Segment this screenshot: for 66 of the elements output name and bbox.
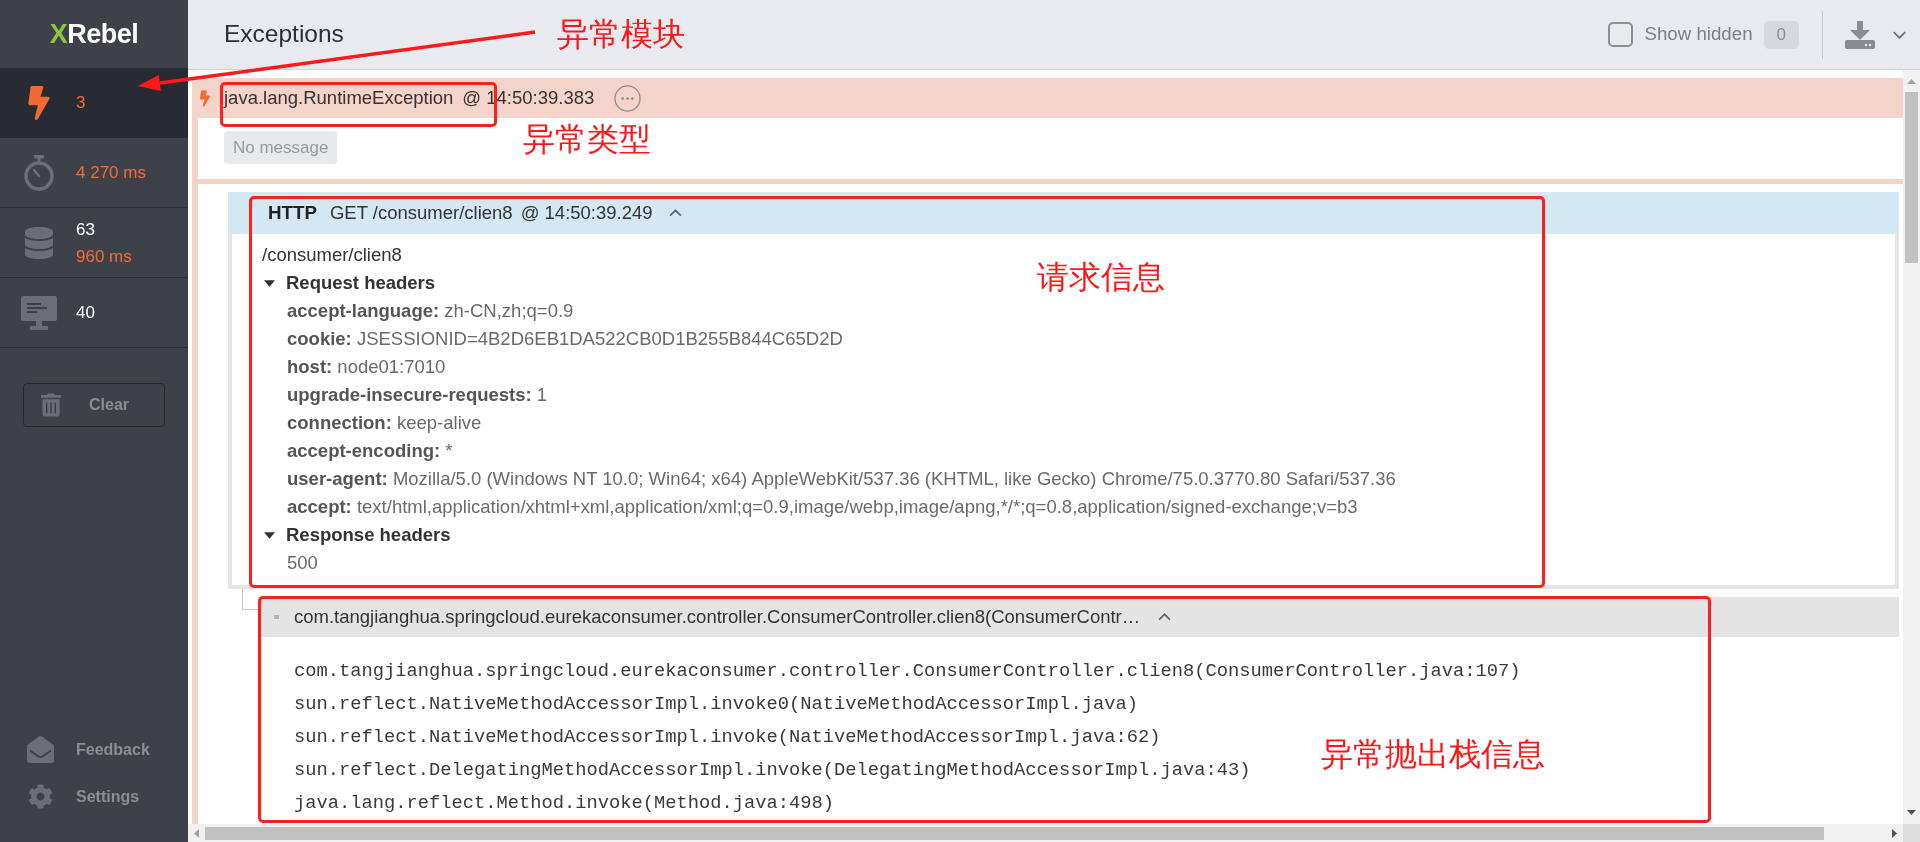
dash-icon — [274, 615, 279, 619]
lightning-icon — [200, 89, 210, 107]
scrollbar-thumb[interactable] — [205, 826, 1824, 840]
header-entry: host: node01:7010 — [286, 355, 446, 379]
metric-value: 63 — [76, 218, 95, 240]
header-entry: accept-encoding: * — [286, 439, 453, 463]
database-icon — [25, 226, 53, 259]
scroll-left-icon[interactable] — [194, 828, 199, 838]
nav-item[interactable]: 3 — [0, 68, 188, 138]
chevron-up-icon[interactable] — [1158, 613, 1172, 621]
annotation-label: 异常抛出栈信息 — [1321, 735, 1545, 774]
message-chip: No message — [224, 131, 338, 164]
stack-header-bar[interactable]: com.tangjianghua.springcloud.eurekaconsumer.controller.ConsumerController.clien8(ConsumerContr… — [258, 597, 1899, 637]
annotation-label: 请求信息 — [1037, 258, 1165, 297]
stack-title: com.tangjianghua.springcloud.eurekaconsumer.controller.ConsumerController.clien8(ConsumerContr… — [294, 605, 1141, 630]
exception-type: java.lang.RuntimeException — [224, 87, 454, 109]
settings-icon — [28, 784, 53, 809]
request-path: /consumer/clien8 — [262, 243, 402, 267]
header-entry: 500 — [286, 551, 318, 575]
lightning-icon — [28, 85, 50, 120]
monitor-icon — [21, 295, 57, 330]
section-title[interactable]: Request headers — [286, 269, 436, 297]
stack-frame: sun.reflect.DelegatingMethodAccessorImpl.invoke(DelegatingMethodAccessorImpl.java:43) — [294, 754, 1251, 787]
annotation-label: 异常类型 — [523, 120, 651, 159]
vertical-scrollbar[interactable] — [1903, 70, 1920, 824]
ellipsis-icon[interactable] — [614, 84, 642, 112]
stack-frame: com.tangjianghua.springcloud.eurekaconsumer.controller.ConsumerController.clien8(ConsumerController.java:107) — [294, 655, 1521, 688]
envelope-icon — [27, 736, 54, 763]
page-title: Exceptions — [224, 19, 344, 50]
scroll-up-icon[interactable] — [1907, 79, 1916, 84]
http-label: HTTP — [268, 200, 317, 225]
logo-text: XRebel — [49, 20, 139, 48]
checkbox[interactable] — [1608, 22, 1634, 47]
triangle-down-icon[interactable] — [264, 279, 275, 287]
metric-value: 3 — [76, 92, 86, 113]
horizontal-scrollbar[interactable] — [188, 824, 1903, 842]
header-entry: user-agent: Mozilla/5.0 (Windows NT 10.0; Win64; x64) AppleWebKit/537.36 (KHTML, like Gecko) Chrome/75.0.3770.80 Safari/537.36 — [286, 467, 1396, 491]
stack-frame: sun.reflect.NativeMethodAccessorImpl.invoke(NativeMethodAccessorImpl.java:62) — [294, 721, 1161, 754]
header-entry: accept: text/html,application/xhtml+xml,application/xml;q=0.9,image/webp,image/apng,*/*;q=0.8,application/signed-exchange;v=b3 — [286, 495, 1358, 519]
request-time: @ 14:50:39.249 — [520, 201, 653, 226]
annotation-label: 异常模块 — [557, 15, 685, 54]
download-icon[interactable] — [1845, 20, 1875, 49]
header-entry: upgrade-insecure-requests: 1 — [286, 383, 548, 407]
scrollbar-corner — [1903, 824, 1920, 842]
scrollbar-thumb[interactable] — [1905, 92, 1918, 263]
request-line: GET /consumer/clien8 — [329, 201, 513, 226]
section-title[interactable]: Response headers — [286, 521, 451, 549]
chevron-up-icon[interactable] — [668, 209, 682, 217]
trash-icon — [41, 392, 61, 418]
stack-frame: java.lang.reflect.Method.invoke(Method.java:498) — [294, 787, 835, 820]
triangle-down-icon[interactable] — [264, 531, 275, 539]
metric-value: 40 — [76, 302, 95, 323]
tree-connector — [242, 589, 258, 610]
chevron-down-icon[interactable] — [1892, 30, 1907, 39]
http-header-bar[interactable]: HTTP GET /consumer/clien8 @ 14:50:39.249 — [228, 192, 1899, 234]
count-badge: 0 — [1763, 20, 1799, 49]
scroll-right-icon[interactable] — [1892, 828, 1897, 838]
header-entry: accept-language: zh-CN,zh;q=0.9 — [286, 299, 574, 323]
stopwatch-icon — [23, 154, 55, 191]
header-entry: connection: keep-alive — [286, 411, 482, 435]
header-entry: cookie: JSESSIONID=4B2D6EB1DA522CB0D1B255B844C65D2D — [286, 327, 843, 351]
metric-value: 960 ms — [76, 245, 132, 267]
checkbox-label: Show hidden — [1644, 22, 1753, 47]
scroll-down-icon[interactable] — [1907, 810, 1916, 815]
stack-frame: sun.reflect.NativeMethodAccessorImpl.invoke0(NativeMethodAccessorImpl.java) — [294, 688, 1138, 721]
metric-value: 4 270 ms — [76, 162, 146, 183]
